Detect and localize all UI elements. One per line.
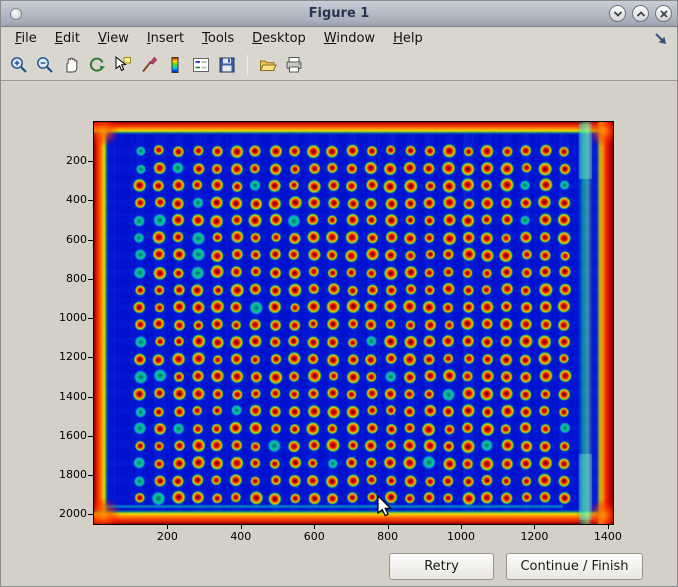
figure-toolbar — [1, 49, 677, 81]
maximize-button[interactable] — [632, 5, 649, 22]
brush-icon — [139, 55, 159, 75]
zoom-in-icon — [9, 55, 29, 75]
rotate-icon — [87, 55, 107, 75]
toolbar-separator — [247, 55, 248, 75]
menu-desktop[interactable]: Desktop — [243, 29, 315, 48]
continue-finish-button[interactable]: Continue / Finish — [506, 553, 643, 580]
data-cursor-button[interactable] — [111, 53, 135, 77]
menu-view[interactable]: View — [89, 29, 138, 48]
legend-icon — [191, 55, 211, 75]
data-cursor-icon — [113, 55, 133, 75]
menu-file[interactable]: File — [6, 29, 46, 48]
print-button[interactable] — [282, 53, 306, 77]
window-title: Figure 1 — [1, 6, 677, 21]
pan-button[interactable] — [59, 53, 83, 77]
menubar: File Edit View Insert Tools Desktop Wind… — [1, 28, 677, 49]
titlebar[interactable]: Figure 1 — [1, 1, 677, 27]
brush-button[interactable] — [137, 53, 161, 77]
menu-insert[interactable]: Insert — [138, 29, 193, 48]
menu-tools[interactable]: Tools — [193, 29, 243, 48]
zoom-out-icon — [35, 55, 55, 75]
close-icon — [657, 7, 671, 21]
folder-icon — [258, 55, 278, 75]
colorbar-button[interactable] — [163, 53, 187, 77]
window-controls — [609, 5, 672, 22]
zoom-out-button[interactable] — [33, 53, 57, 77]
floppy-disk-icon — [217, 55, 237, 75]
chevron-down-icon — [611, 7, 625, 21]
dock-figure-button[interactable] — [652, 30, 670, 48]
heatmap-image[interactable] — [94, 122, 613, 524]
open-button[interactable] — [256, 53, 280, 77]
close-button[interactable] — [655, 5, 672, 22]
menu-help[interactable]: Help — [384, 29, 432, 48]
menu-edit[interactable]: Edit — [46, 29, 89, 48]
printer-icon — [284, 55, 304, 75]
retry-button[interactable]: Retry — [389, 553, 494, 580]
hand-icon — [61, 55, 81, 75]
colorbar-icon — [165, 55, 185, 75]
chevron-up-icon — [634, 7, 648, 21]
minimize-button[interactable] — [609, 5, 626, 22]
insert-legend-button[interactable] — [189, 53, 213, 77]
figure-window: Figure 1 File Edit View Insert Tools Des… — [0, 0, 678, 587]
save-button[interactable] — [215, 53, 239, 77]
zoom-in-button[interactable] — [7, 53, 31, 77]
dock-arrow-icon — [652, 30, 670, 48]
rotate-3d-button[interactable] — [85, 53, 109, 77]
plot-axes — [93, 121, 614, 525]
menu-window[interactable]: Window — [315, 29, 384, 48]
